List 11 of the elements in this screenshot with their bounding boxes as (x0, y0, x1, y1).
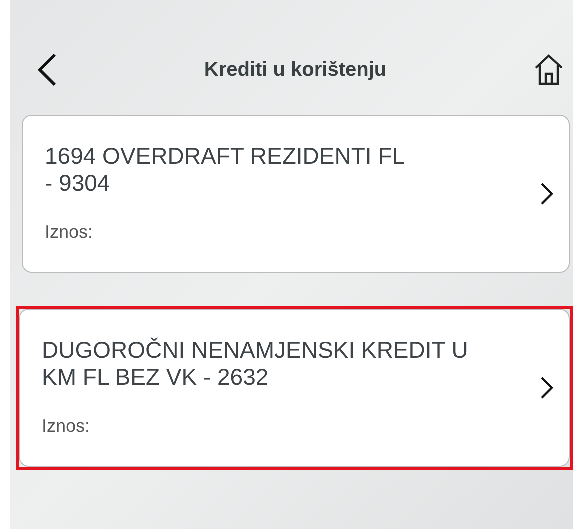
loan-card[interactable]: DUGOROČNI NENAMJENSKI KREDIT U KM FL BEZ VK - 2632 Iznos: (19, 309, 570, 467)
loan-name: DUGOROČNI NENAMJENSKI KREDIT U KM FL BEZ VK - 2632 (42, 336, 470, 390)
loan-name: 1694 OVERDRAFT REZIDENTI FL - 9304 (45, 142, 406, 196)
home-icon[interactable] (533, 53, 565, 87)
loan-card[interactable]: 1694 OVERDRAFT REZIDENTI FL - 9304 Iznos: (22, 115, 570, 273)
chevron-right-icon (541, 183, 553, 205)
page-title: Krediti u korištenju (204, 58, 387, 83)
back-icon[interactable] (36, 53, 58, 87)
chevron-right-icon (541, 377, 553, 399)
amount-label: Iznos: (45, 220, 94, 244)
amount-label: Iznos: (42, 414, 92, 438)
